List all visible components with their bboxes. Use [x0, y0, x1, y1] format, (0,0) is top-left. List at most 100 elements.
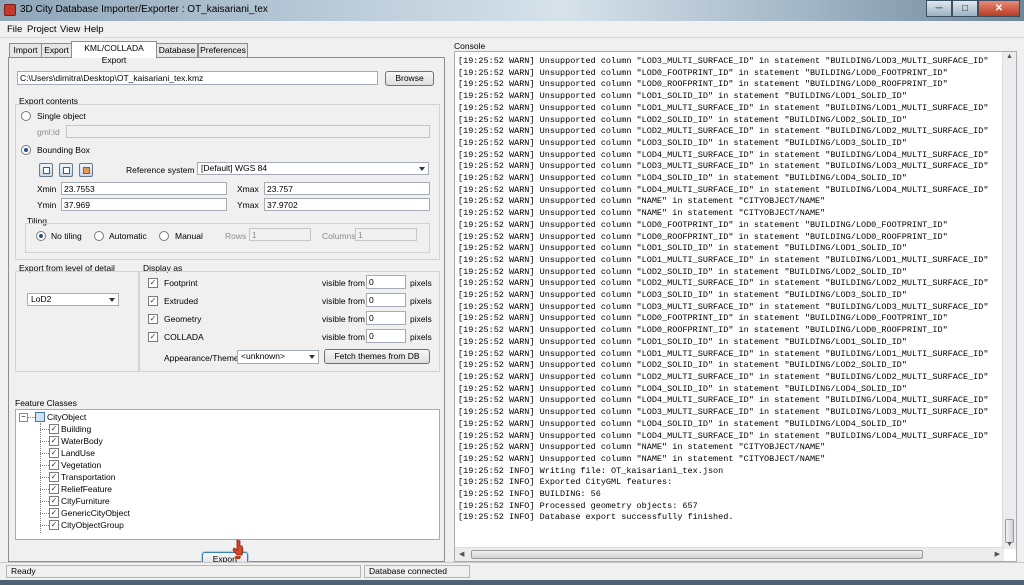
appearance-theme-select[interactable]: <unknown>: [237, 350, 319, 364]
waterbody-checkbox[interactable]: ✓: [49, 436, 59, 446]
collada-checkbox[interactable]: ✓: [148, 332, 158, 342]
vegetation-checkbox[interactable]: ✓: [49, 460, 59, 470]
console-line: [19:25:52 WARN] Unsupported column "LOD2…: [458, 126, 989, 137]
footprint-visible-from-input[interactable]: 0: [366, 275, 406, 289]
collada-visible-from-input[interactable]: 0: [366, 329, 406, 343]
xmin-input[interactable]: 23.7553: [61, 182, 227, 195]
maximize-button[interactable]: □: [952, 0, 978, 17]
console-line: [19:25:52 INFO] BUILDING: 56: [458, 489, 601, 500]
kml-export-panel: C:\Users\dimitra\Desktop\OT_kaisariani_t…: [8, 57, 445, 567]
scroll-right-icon[interactable]: ▶: [995, 550, 1000, 558]
ymax-label: Ymax: [237, 200, 259, 210]
console-horizontal-scrollbar[interactable]: ◀ ▶: [455, 547, 1004, 561]
main-area: Import Export KML/COLLADA Export Databas…: [0, 38, 1024, 567]
single-object-radio[interactable]: [21, 111, 31, 121]
collapse-icon[interactable]: −: [19, 413, 28, 422]
scroll-left-icon[interactable]: ◀: [459, 550, 464, 558]
tree-item-waterbody: WaterBody: [61, 436, 103, 446]
lod-select[interactable]: LoD2: [27, 293, 119, 306]
tree-item-vegetation: Vegetation: [61, 460, 102, 470]
geometry-checkbox[interactable]: ✓: [148, 314, 158, 324]
console-line: [19:25:52 WARN] Unsupported column "LOD1…: [458, 243, 907, 254]
tab-database[interactable]: Database: [156, 43, 198, 57]
gmlid-input[interactable]: [66, 125, 430, 138]
bbox-paste-icon[interactable]: [79, 163, 93, 177]
footprint-pixels-label: pixels: [410, 278, 432, 288]
fetch-themes-button[interactable]: Fetch themes from DB: [324, 349, 430, 364]
tree-connector: [40, 525, 49, 526]
close-button[interactable]: ✕: [978, 0, 1020, 17]
status-bar: Ready Database connected: [0, 562, 1024, 580]
app-icon: [4, 4, 16, 16]
bounding-box-label: Bounding Box: [37, 145, 90, 155]
landuse-checkbox[interactable]: ✓: [49, 448, 59, 458]
tree-connector: [40, 453, 49, 454]
collada-pixels-label: pixels: [410, 332, 432, 342]
scroll-up-icon[interactable]: ▲: [1006, 53, 1013, 60]
genericcityobject-checkbox[interactable]: ✓: [49, 508, 59, 518]
feature-classes-label: Feature Classes: [15, 398, 77, 408]
menu-file[interactable]: File: [7, 24, 22, 35]
console-vertical-scrollbar[interactable]: ▲ ▼: [1002, 52, 1016, 549]
scroll-down-icon[interactable]: ▼: [1006, 541, 1013, 548]
bounding-box-radio[interactable]: [21, 145, 31, 155]
footprint-checkbox[interactable]: ✓: [148, 278, 158, 288]
console-horizontal-scroll-thumb[interactable]: [471, 550, 923, 559]
console-line: [19:25:52 WARN] Unsupported column "LOD1…: [458, 102, 989, 113]
xmax-input[interactable]: 23.757: [264, 182, 430, 195]
building-checkbox[interactable]: ✓: [49, 424, 59, 434]
reference-system-select[interactable]: [Default] WGS 84: [197, 162, 429, 175]
no-tiling-radio[interactable]: [36, 231, 46, 241]
console-line: [19:25:52 WARN] Unsupported column "NAME…: [458, 196, 826, 207]
cityobjectgroup-checkbox[interactable]: ✓: [49, 520, 59, 530]
cityfurniture-checkbox[interactable]: ✓: [49, 496, 59, 506]
tree-connector: [40, 513, 49, 514]
relieffeature-checkbox[interactable]: ✓: [49, 484, 59, 494]
console-label: Console: [454, 41, 486, 51]
ymin-input[interactable]: 37.969: [61, 198, 227, 211]
menu-project[interactable]: Project: [27, 24, 57, 35]
file-path-input[interactable]: C:\Users\dimitra\Desktop\OT_kaisariani_t…: [17, 71, 378, 85]
bbox-copy-icon[interactable]: [59, 163, 73, 177]
bbox-select-map-icon[interactable]: [39, 163, 53, 177]
tree-item-landuse: LandUse: [61, 448, 96, 458]
columns-input[interactable]: 1: [355, 228, 417, 241]
columns-label: Columns: [322, 231, 356, 241]
tab-kml-collada-export[interactable]: KML/COLLADA Export: [71, 41, 157, 65]
console-line: [19:25:52 INFO] Database export successf…: [458, 512, 734, 523]
browse-button[interactable]: Browse: [385, 71, 434, 86]
tab-preferences[interactable]: Preferences: [198, 43, 248, 57]
console-line: [19:25:52 WARN] Unsupported column "LOD0…: [458, 325, 948, 336]
automatic-tiling-radio[interactable]: [94, 231, 104, 241]
manual-tiling-radio[interactable]: [159, 231, 169, 241]
console-output: [19:25:52 WARN] Unsupported column "LOD3…: [454, 51, 1017, 562]
cityobject-icon: [35, 412, 45, 422]
console-vertical-scroll-thumb[interactable]: [1005, 519, 1014, 543]
console-line: [19:25:52 WARN] Unsupported column "LOD4…: [458, 383, 907, 394]
footprint-visible-from-label: visible from: [322, 278, 365, 288]
status-text: Ready: [6, 565, 361, 578]
tab-import[interactable]: Import: [9, 43, 42, 57]
tab-export[interactable]: Export: [41, 43, 72, 57]
extruded-checkbox[interactable]: ✓: [148, 296, 158, 306]
menu-view[interactable]: View: [60, 24, 80, 35]
geometry-label: Geometry: [164, 314, 202, 324]
geometry-visible-from-input[interactable]: 0: [366, 311, 406, 325]
extruded-visible-from-input[interactable]: 0: [366, 293, 406, 307]
transportation-checkbox[interactable]: ✓: [49, 472, 59, 482]
minimize-button[interactable]: ─: [926, 0, 952, 17]
tree-root-cityobject[interactable]: CityObject: [47, 411, 86, 423]
console-line: [19:25:52 WARN] Unsupported column "LOD1…: [458, 336, 907, 347]
console-line: [19:25:52 WARN] Unsupported column "LOD4…: [458, 395, 989, 406]
console-line: [19:25:52 WARN] Unsupported column "LOD2…: [458, 371, 989, 382]
menu-help[interactable]: Help: [84, 24, 104, 35]
console-line: [19:25:52 WARN] Unsupported column "NAME…: [458, 208, 826, 219]
console-line: [19:25:52 WARN] Unsupported column "LOD1…: [458, 91, 907, 102]
extruded-visible-from-label: visible from: [322, 296, 365, 306]
taskbar-strip: [0, 580, 1024, 585]
rows-input[interactable]: 1: [249, 228, 311, 241]
extruded-pixels-label: pixels: [410, 296, 432, 306]
ymax-input[interactable]: 37.9702: [264, 198, 430, 211]
feature-classes-tree: − CityObject ✓ Building ✓ WaterBody ✓ La…: [15, 409, 440, 540]
console-line: [19:25:52 WARN] Unsupported column "LOD3…: [458, 290, 907, 301]
